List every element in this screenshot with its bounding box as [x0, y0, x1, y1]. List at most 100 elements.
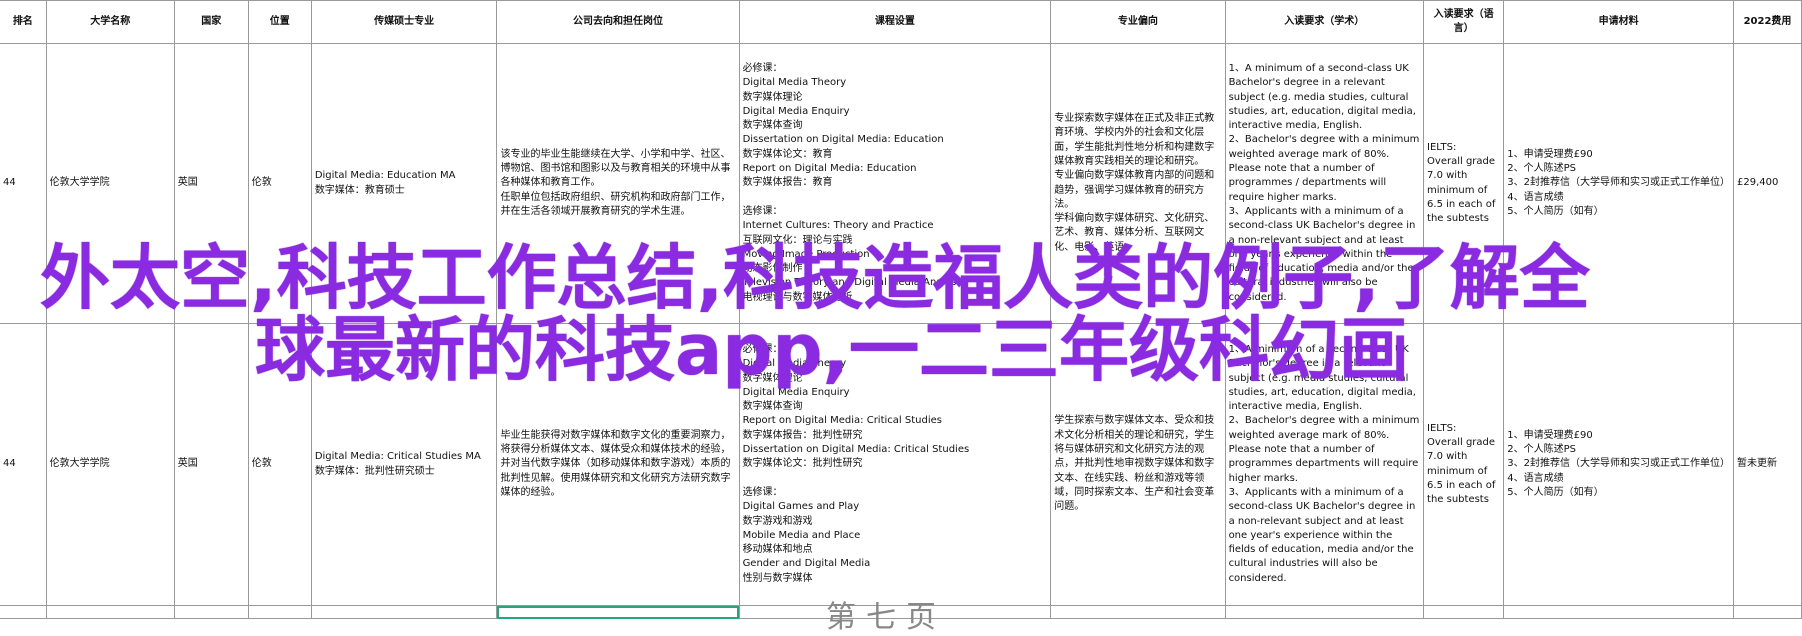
cell-fee[interactable]: 暂未更新 [1733, 323, 1802, 606]
major-line: 数字媒体：批判性研究硕士 [314, 465, 435, 477]
major-line: Digital Media: Critical Studies MA [314, 451, 481, 463]
list-line: 4、语言成绩 [1507, 472, 1564, 484]
list-line: Moving Image Production [742, 248, 870, 260]
cell-fee[interactable]: £29,400 [1733, 43, 1802, 324]
list-line: 数字媒体论文：教育 [742, 148, 833, 160]
materials-list: 1、申请受理费£90 2、个人陈述PS 3、2封推荐信（大学导师和实习或正式工作单位… [1507, 148, 1730, 219]
list-line: Digital Media Theory [742, 358, 847, 370]
spreadsheet-table: 排名 大学名称 国家 位置 传媒硕士专业 公司去向和担任岗位 课程设置 专业偏向… [0, 0, 1802, 619]
career-text: 毕业生能获得对数字媒体和数字文化的重要洞察力，将获得分析媒体文本、媒体受众和媒体… [500, 429, 731, 498]
cell-country[interactable]: 英国 [173, 323, 249, 606]
cell-career[interactable]: 该专业的毕业生能继续在大学、小学和中学、社区、博物馆、图书馆和图影以及与教育相关… [496, 43, 740, 324]
list-line: 4、语言成绩 [1507, 191, 1564, 203]
ghost-page-text: 第七页 [826, 600, 946, 635]
header-country[interactable]: 国家 [173, 0, 249, 44]
list-line: 数字媒体报告：批判性研究 [742, 429, 863, 441]
cell-focus[interactable]: 专业探索数字媒体在正式及非正式教育环境、学校内外的社会和文化层面，学生能批判性地… [1050, 43, 1226, 324]
list-line: Gender and Digital Media [742, 558, 871, 570]
list-line: 数字媒体理论 [742, 372, 803, 384]
list-line: 3、2封推荐信（大学导师和实习或正式工作单位） [1507, 458, 1731, 470]
empty-cell[interactable] [247, 605, 312, 619]
cell-materials[interactable]: 1、申请受理费£90 2、个人陈述PS 3、2封推荐信（大学导师和实习或正式工作单位… [1503, 323, 1735, 606]
course-list: 必修课： Digital Media Theory 数字媒体理论 Digital Me… [743, 343, 1048, 586]
empty-cell[interactable] [173, 605, 249, 619]
list-line: Digital Games and Play [742, 501, 860, 513]
header-career[interactable]: 公司去向和担任岗位 [496, 0, 740, 44]
header-academic[interactable]: 入读要求（学术） [1224, 0, 1425, 44]
list-line: 5、个人简历（如有） [1507, 205, 1604, 217]
header-fee[interactable]: 2022费用 [1733, 0, 1802, 44]
list-line: 性别与数字媒体 [742, 572, 813, 584]
list-line: 数字媒体查询 [742, 120, 803, 132]
list-line: Television Theory and Digital Media Anal… [742, 277, 965, 289]
focus-text: 学生探索与数字媒体文本、受众和技术文化分析相关的理论和研究，学生将与媒体研究和文… [1054, 415, 1215, 513]
cell-location[interactable]: 伦敦 [247, 43, 312, 324]
empty-cell[interactable] [1503, 605, 1735, 619]
cell-academic[interactable]: 1、A minimum of a second-class UK Bachelo… [1224, 43, 1425, 324]
header-courses[interactable]: 课程设置 [738, 0, 1052, 44]
cell-university[interactable]: 伦敦大学学院 [45, 323, 175, 606]
cell-language[interactable]: IELTS: Overall grade 7.0 with minimum of… [1423, 323, 1505, 606]
list-line: Dissertation on Digital Media: Education [742, 134, 944, 146]
cell-location[interactable]: 伦敦 [247, 323, 312, 606]
header-language[interactable]: 入读要求（语言） [1423, 0, 1505, 44]
cell-country[interactable]: 英国 [173, 43, 249, 324]
list-line: 1、申请受理费£90 [1507, 148, 1593, 160]
list-line: Report on Digital Media: Education [742, 163, 917, 175]
table-row: 44 伦敦大学学院 英国 伦敦 Digital Media: Education… [0, 43, 1802, 324]
header-row: 排名 大学名称 国家 位置 传媒硕士专业 公司去向和担任岗位 课程设置 专业偏向… [0, 0, 1802, 44]
list-line: 互联网文化：理论与实践 [742, 234, 853, 246]
header-location[interactable]: 位置 [247, 0, 312, 44]
major-line: 数字媒体：教育硕士 [314, 184, 405, 196]
list-line: 动态影像制作 [742, 263, 803, 275]
list-line: 5、个人简历（如有） [1507, 486, 1604, 498]
cell-focus[interactable]: 学生探索与数字媒体文本、受众和技术文化分析相关的理论和研究，学生将与媒体研究和文… [1050, 323, 1226, 606]
list-line: Digital Media Theory [742, 77, 847, 89]
materials-list: 1、申请受理费£90 2、个人陈述PS 3、2封推荐信（大学导师和实习或正式工作单位… [1507, 429, 1730, 500]
list-line: 3、2封推荐信（大学导师和实习或正式工作单位） [1507, 177, 1731, 189]
list-line: 移动媒体和地点 [742, 544, 813, 556]
list-line: 2、个人陈述PS [1507, 163, 1577, 175]
cell-academic[interactable]: 1、A minimum of a second-class UK Bachelo… [1224, 323, 1425, 606]
selected-cell[interactable] [496, 605, 740, 619]
major-line: Digital Media: Education MA [314, 170, 456, 182]
cell-materials[interactable]: 1、申请受理费£90 2、个人陈述PS 3、2封推荐信（大学导师和实习或正式工作单位… [1503, 43, 1735, 324]
list-line: Mobile Media and Place [742, 529, 861, 541]
cell-courses[interactable]: 必修课： Digital Media Theory 数字媒体理论 Digital Me… [738, 43, 1052, 324]
empty-cell[interactable] [1733, 605, 1802, 619]
empty-cell[interactable] [1224, 605, 1425, 619]
list-line: Report on Digital Media: Critical Studie… [742, 415, 942, 427]
cell-major[interactable]: Digital Media: Critical Studies MA 数字媒体：… [310, 323, 498, 606]
empty-cell[interactable] [1050, 605, 1226, 619]
empty-cell[interactable] [1423, 605, 1505, 619]
list-line: 必修课： [742, 343, 783, 355]
header-major[interactable]: 传媒硕士专业 [310, 0, 498, 44]
list-line [743, 191, 1048, 205]
empty-cell[interactable] [0, 605, 47, 619]
empty-cell[interactable] [310, 605, 498, 619]
language-text: IELTS: Overall grade 7.0 with minimum of… [1427, 141, 1496, 225]
cell-university[interactable]: 伦敦大学学院 [45, 43, 175, 324]
empty-cell[interactable] [45, 605, 175, 619]
list-line: Dissertation on Digital Media: Critical … [742, 444, 970, 456]
focus-text: 专业探索数字媒体在正式及非正式教育环境、学校内外的社会和文化层面，学生能批判性地… [1054, 113, 1215, 253]
cell-language[interactable]: IELTS: Overall grade 7.0 with minimum of… [1423, 43, 1505, 324]
list-line: 必修课： [742, 62, 783, 74]
language-text: IELTS: Overall grade 7.0 with minimum of… [1427, 422, 1496, 506]
cell-courses[interactable]: 必修课： Digital Media Theory 数字媒体理论 Digital Me… [738, 323, 1052, 606]
course-list: 必修课： Digital Media Theory 数字媒体理论 Digital Me… [743, 62, 1048, 305]
header-university[interactable]: 大学名称 [45, 0, 175, 44]
header-rank[interactable]: 排名 [0, 0, 47, 44]
cell-rank[interactable]: 44 [0, 323, 47, 606]
cell-major[interactable]: Digital Media: Education MA 数字媒体：教育硕士 [310, 43, 498, 324]
career-text: 该专业的毕业生能继续在大学、小学和中学、社区、博物馆、图书馆和图影以及与教育相关… [500, 148, 731, 217]
cell-rank[interactable]: 44 [0, 43, 47, 324]
cell-career[interactable]: 毕业生能获得对数字媒体和数字文化的重要洞察力，将获得分析媒体文本、媒体受众和媒体… [496, 323, 740, 606]
list-line: Digital Media Enquiry [742, 386, 850, 398]
list-line: 选修课： [742, 205, 783, 217]
header-focus[interactable]: 专业偏向 [1050, 0, 1226, 44]
header-materials[interactable]: 申请材料 [1503, 0, 1735, 44]
academic-text: 1、A minimum of a second-class UK Bachelo… [1228, 62, 1420, 303]
table-row: 44 伦敦大学学院 英国 伦敦 Digital Media: Critical … [0, 323, 1802, 606]
list-line: 2、个人陈述PS [1507, 444, 1577, 456]
